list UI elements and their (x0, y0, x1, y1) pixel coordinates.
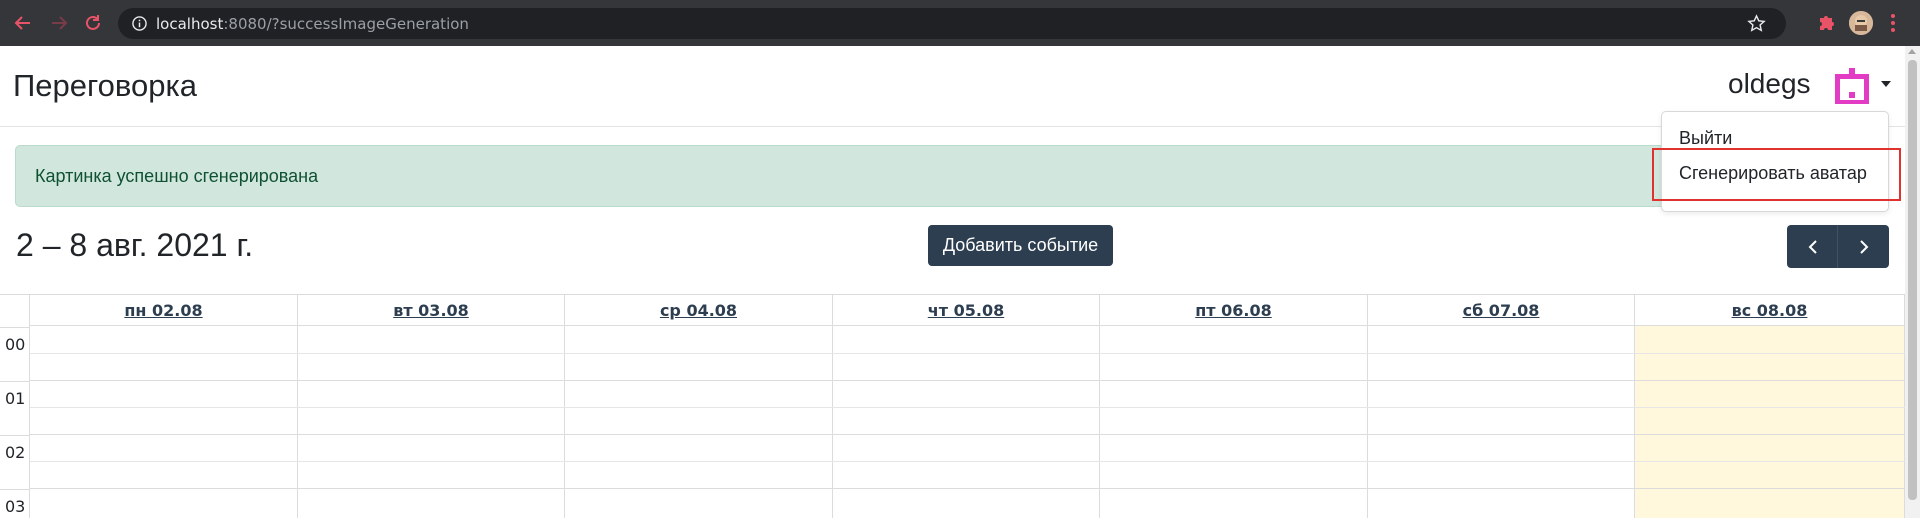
day-column-thu[interactable] (833, 326, 1100, 518)
url-path: :8080/?successImageGeneration (223, 15, 469, 33)
info-icon[interactable] (132, 16, 147, 31)
next-week-button[interactable] (1838, 225, 1889, 268)
hour-divider (0, 327, 30, 328)
half-hour-line (30, 353, 1905, 354)
day-header-sun[interactable]: вс 08.08 (1635, 294, 1905, 326)
day-column-fri[interactable] (1100, 326, 1368, 518)
browser-profile-avatar[interactable] (1849, 11, 1873, 35)
reload-icon (86, 15, 100, 30)
scrollbar-thumb[interactable] (1908, 60, 1917, 500)
half-hour-line (30, 407, 1905, 408)
hour-line (30, 434, 1905, 435)
day-link[interactable]: пн 02.08 (124, 301, 202, 320)
bookmark-star-icon[interactable] (1747, 14, 1766, 33)
day-column-tue[interactable] (298, 326, 565, 518)
hour-divider (0, 489, 30, 490)
day-link[interactable]: вс 08.08 (1732, 301, 1808, 320)
hour-label: 02 (5, 443, 26, 462)
brand-title[interactable]: Переговорка (13, 68, 197, 104)
logout-menu-item[interactable]: Выйти (1679, 128, 1732, 149)
user-avatar-icon[interactable] (1832, 66, 1872, 106)
half-hour-line (30, 461, 1905, 462)
day-header-fri[interactable]: пт 06.08 (1100, 294, 1368, 326)
forward-arrow-icon (52, 16, 68, 30)
hour-line (30, 380, 1905, 381)
alert-text: Картинка успешно сгенерирована (35, 166, 319, 186)
profile-face-icon (1849, 11, 1873, 35)
day-link[interactable]: вт 03.08 (393, 301, 469, 320)
reload-button[interactable] (82, 12, 104, 34)
day-header-mon[interactable]: пн 02.08 (30, 294, 298, 326)
day-header-wed[interactable]: ср 04.08 (565, 294, 833, 326)
url-text: localhost:8080/?successImageGeneration (156, 15, 469, 33)
back-button[interactable] (12, 12, 34, 34)
back-arrow-icon (14, 16, 30, 30)
chevron-right-icon (1859, 239, 1868, 254)
day-column-sat[interactable] (1368, 326, 1635, 518)
day-header-sat[interactable]: сб 07.08 (1368, 294, 1635, 326)
hour-divider (0, 381, 30, 382)
browser-toolbar: localhost:8080/?successImageGeneration (0, 0, 1920, 46)
day-link[interactable]: чт 05.08 (928, 301, 1004, 320)
day-column-wed[interactable] (565, 326, 833, 518)
day-column-mon[interactable] (30, 326, 298, 518)
app-navbar: Переговорка oldegs (0, 46, 1905, 127)
prev-week-button[interactable] (1787, 225, 1838, 268)
hour-line (30, 488, 1905, 489)
browser-menu-icon[interactable] (1888, 12, 1898, 34)
forward-button[interactable] (48, 12, 70, 34)
username-label[interactable]: oldegs (1728, 68, 1811, 100)
day-link[interactable]: пт 06.08 (1195, 301, 1272, 320)
extensions-puzzle-icon[interactable] (1816, 12, 1838, 34)
address-bar[interactable]: localhost:8080/?successImageGeneration (118, 8, 1786, 39)
page-scrollbar[interactable] (1905, 46, 1920, 518)
scroll-up-arrow-icon[interactable] (1908, 49, 1916, 54)
hour-column: 00 01 02 03 (0, 294, 30, 518)
day-link[interactable]: ср 04.08 (660, 301, 737, 320)
hour-divider (0, 435, 30, 436)
day-header-tue[interactable]: вт 03.08 (298, 294, 565, 326)
add-event-button[interactable]: Добавить событие (928, 225, 1113, 266)
highlight-annotation (1652, 148, 1901, 201)
day-link[interactable]: сб 07.08 (1463, 301, 1540, 320)
week-calendar: 00 01 02 03 пн 02.08 вт 03.08 ср 04.08 ч… (0, 294, 1905, 518)
url-host: localhost (156, 15, 224, 33)
success-alert: Картинка успешно сгенерирована (15, 145, 1885, 207)
user-dropdown-caret-icon[interactable] (1881, 81, 1891, 87)
hour-label: 00 (5, 335, 26, 354)
day-header-thu[interactable]: чт 05.08 (833, 294, 1100, 326)
hour-label: 01 (5, 389, 26, 408)
hour-label: 03 (5, 497, 26, 516)
week-range-title: 2 – 8 авг. 2021 г. (16, 227, 254, 263)
page-content: Переговорка oldegs Картинка успешно сген… (0, 46, 1905, 518)
week-pager (1787, 225, 1889, 268)
day-column-sun-today[interactable] (1635, 326, 1905, 518)
chevron-left-icon (1808, 239, 1817, 254)
